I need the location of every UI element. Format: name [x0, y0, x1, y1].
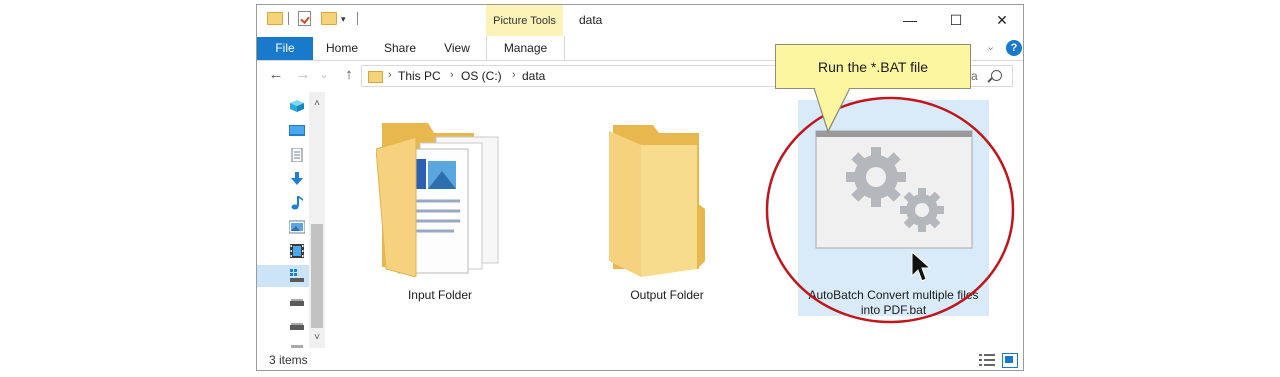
mouse-cursor-icon: [911, 250, 932, 282]
highlight-circle: [765, 96, 1015, 324]
annotation-overlay: [765, 87, 1015, 324]
callout-text: Run the *.BAT file: [818, 59, 928, 75]
callout-pointer: [813, 87, 851, 134]
callout-box: Run the *.BAT file: [775, 44, 971, 89]
